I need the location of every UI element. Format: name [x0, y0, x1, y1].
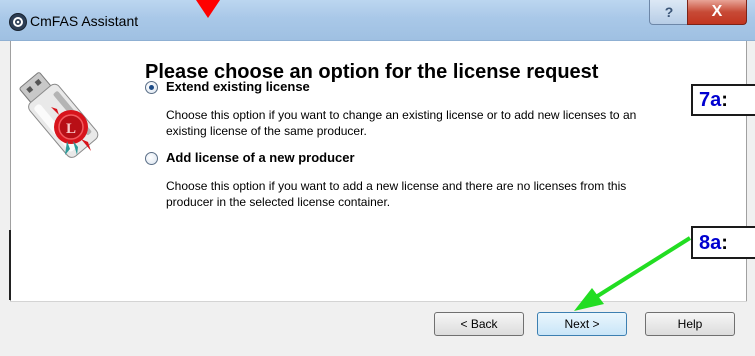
- green-arrow-icon: [574, 236, 692, 311]
